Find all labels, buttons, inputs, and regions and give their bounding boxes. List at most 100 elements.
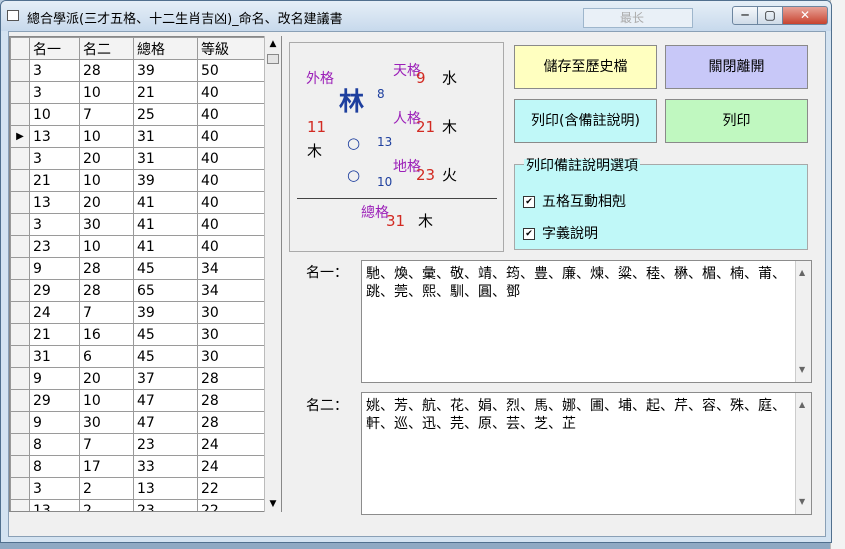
row-selector[interactable]	[10, 257, 30, 280]
cell-grade[interactable]: 24	[197, 433, 265, 456]
close-exit-button[interactable]: 關閉離開	[665, 45, 808, 89]
cell-grade[interactable]: 28	[197, 411, 265, 434]
cell-name1[interactable]: 29	[29, 279, 80, 302]
scroll-down-arrow-icon[interactable]: ▼	[265, 496, 281, 512]
column-header-total[interactable]: 總格	[133, 37, 198, 60]
table-row[interactable]: 31 6 45 30	[10, 345, 265, 368]
row-selector[interactable]	[10, 235, 30, 258]
cell-name2[interactable]: 10	[79, 169, 134, 192]
cell-total[interactable]: 47	[133, 411, 198, 434]
textarea-scrollbar[interactable]: ▲ ▼	[795, 261, 811, 382]
cell-name1[interactable]: 9	[29, 411, 80, 434]
print-with-notes-button[interactable]: 列印(含備註說明)	[514, 99, 657, 143]
table-row[interactable]: 3 20 31 40	[10, 147, 265, 170]
cell-total[interactable]: 23	[133, 499, 198, 511]
table-row[interactable]: 23 10 41 40	[10, 235, 265, 258]
cell-grade[interactable]: 40	[197, 103, 265, 126]
cell-grade[interactable]: 50	[197, 59, 265, 82]
cell-total[interactable]: 37	[133, 367, 198, 390]
table-row[interactable]: 8 17 33 24	[10, 455, 265, 478]
cell-name2[interactable]: 7	[79, 103, 134, 126]
cell-name1[interactable]: 13	[29, 125, 80, 148]
row-selector[interactable]	[10, 301, 30, 324]
table-row[interactable]: 3 2 13 22	[10, 477, 265, 500]
cell-grade[interactable]: 30	[197, 301, 265, 324]
row-selector[interactable]	[10, 81, 30, 104]
cell-name2[interactable]: 30	[79, 213, 134, 236]
row-selector[interactable]	[10, 213, 30, 236]
row-selector[interactable]	[10, 345, 30, 368]
cell-name2[interactable]: 17	[79, 455, 134, 478]
table-row[interactable]: 21 16 45 30	[10, 323, 265, 346]
cell-name1[interactable]: 3	[29, 81, 80, 104]
row-selector[interactable]	[10, 169, 30, 192]
table-row[interactable]: 9 28 45 34	[10, 257, 265, 280]
row-selector[interactable]	[10, 499, 30, 511]
table-row[interactable]: 3 30 41 40	[10, 213, 265, 236]
cell-name2[interactable]: 30	[79, 411, 134, 434]
table-row[interactable]: 9 20 37 28	[10, 367, 265, 390]
row-selector[interactable]	[10, 367, 30, 390]
row-selector[interactable]	[10, 191, 30, 214]
cell-grade[interactable]: 34	[197, 279, 265, 302]
cell-name2[interactable]: 10	[79, 81, 134, 104]
column-header-name1[interactable]: 名一	[29, 37, 80, 60]
scroll-up-arrow-icon[interactable]: ▲	[265, 36, 281, 52]
table-row[interactable]: 3 10 21 40	[10, 81, 265, 104]
cell-total[interactable]: 41	[133, 191, 198, 214]
cell-grade[interactable]: 28	[197, 389, 265, 412]
cell-name1[interactable]: 31	[29, 345, 80, 368]
cell-total[interactable]: 47	[133, 389, 198, 412]
cell-name2[interactable]: 10	[79, 389, 134, 412]
cell-grade[interactable]: 22	[197, 499, 265, 511]
table-row[interactable]: 8 7 23 24	[10, 433, 265, 456]
title-bar[interactable]: 總合學派(三才五格、十二生肖吉凶)_命名、改名建議書 最长 ─ ▢ ✕	[1, 1, 831, 31]
minimize-button[interactable]: ─	[732, 6, 758, 25]
cell-total[interactable]: 65	[133, 279, 198, 302]
cell-name2[interactable]: 28	[79, 59, 134, 82]
cell-name2[interactable]: 28	[79, 279, 134, 302]
scroll-thumb[interactable]	[267, 54, 279, 64]
row-selector[interactable]	[10, 103, 30, 126]
cell-name2[interactable]: 10	[79, 125, 134, 148]
cell-grade[interactable]: 22	[197, 477, 265, 500]
row-selector[interactable]	[10, 147, 30, 170]
row-selector[interactable]	[10, 279, 30, 302]
cell-grade[interactable]: 28	[197, 367, 265, 390]
cell-total[interactable]: 33	[133, 455, 198, 478]
table-row[interactable]: ▶ 13 10 31 40	[10, 125, 265, 148]
close-window-button[interactable]: ✕	[782, 6, 828, 25]
cell-name2[interactable]: 20	[79, 191, 134, 214]
cell-name2[interactable]: 7	[79, 433, 134, 456]
grid-scrollbar[interactable]: ▲ ▼	[264, 36, 281, 512]
checkbox-checked-icon[interactable]: ✔	[523, 196, 535, 208]
cell-total[interactable]: 21	[133, 81, 198, 104]
cell-name1[interactable]: 8	[29, 455, 80, 478]
row-selector[interactable]	[10, 323, 30, 346]
cell-total[interactable]: 45	[133, 257, 198, 280]
checkbox-checked-icon[interactable]: ✔	[523, 228, 535, 240]
cell-grade[interactable]: 40	[197, 147, 265, 170]
row-selector[interactable]	[10, 455, 30, 478]
cell-total[interactable]: 13	[133, 477, 198, 500]
cell-total[interactable]: 39	[133, 169, 198, 192]
cell-grade[interactable]: 40	[197, 125, 265, 148]
table-row[interactable]: 24 7 39 30	[10, 301, 265, 324]
cell-name1[interactable]: 24	[29, 301, 80, 324]
textarea-scrollbar[interactable]: ▲ ▼	[795, 393, 811, 514]
cell-name2[interactable]: 16	[79, 323, 134, 346]
cell-total[interactable]: 31	[133, 147, 198, 170]
cell-total[interactable]: 39	[133, 301, 198, 324]
cell-name1[interactable]: 3	[29, 59, 80, 82]
table-row[interactable]: 21 10 39 40	[10, 169, 265, 192]
cell-name2[interactable]: 10	[79, 235, 134, 258]
cell-name1[interactable]: 23	[29, 235, 80, 258]
cell-total[interactable]: 31	[133, 125, 198, 148]
cell-total[interactable]: 39	[133, 59, 198, 82]
option-five-grid-conflict[interactable]: ✔ 五格互動相剋	[523, 191, 626, 211]
cell-name1[interactable]: 29	[29, 389, 80, 412]
row-selector[interactable]	[10, 389, 30, 412]
table-row[interactable]: 13 2 23 22	[10, 499, 265, 511]
table-row[interactable]: 3 28 39 50	[10, 59, 265, 82]
print-button[interactable]: 列印	[665, 99, 808, 143]
